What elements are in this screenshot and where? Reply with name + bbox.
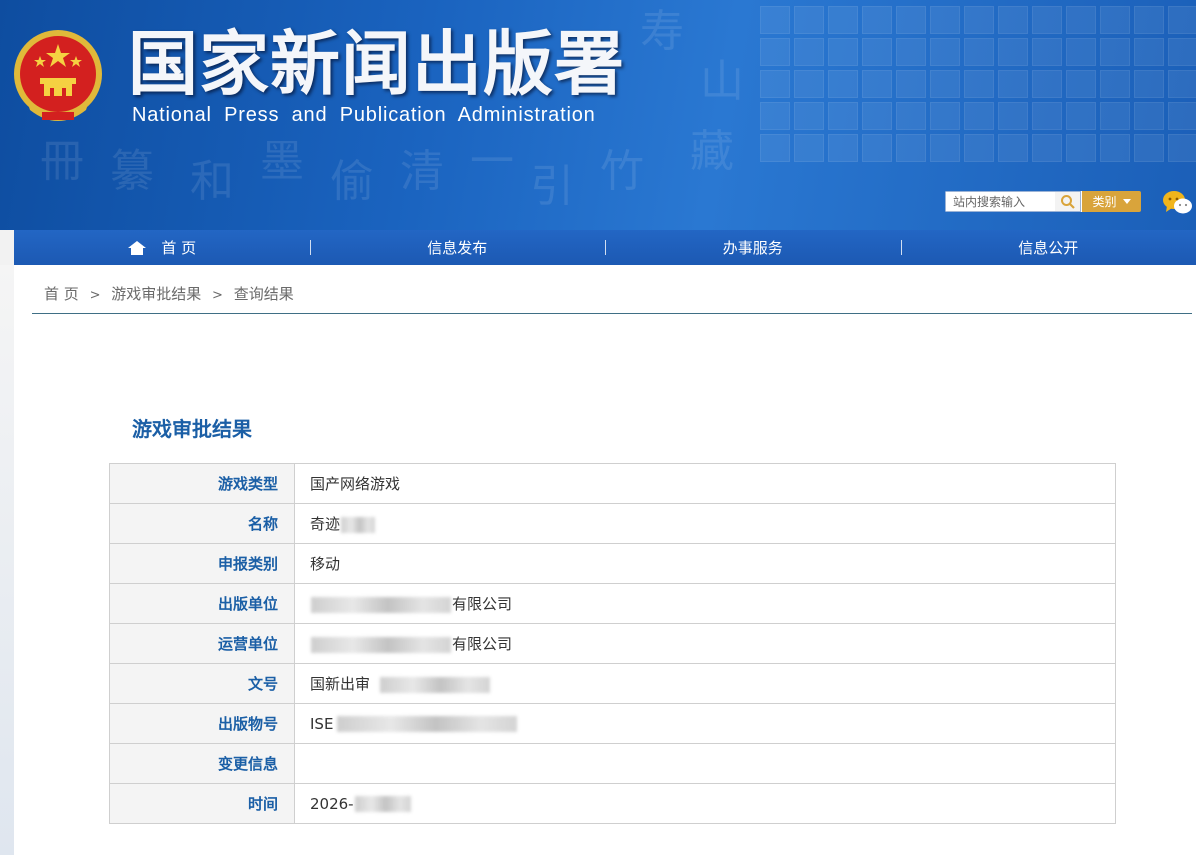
row-label: 出版单位	[109, 583, 295, 624]
breadcrumb-separator: >	[212, 288, 223, 303]
redacted-text	[311, 596, 451, 613]
row-label: 申报类别	[109, 543, 295, 584]
header-banner: 冊 纂 和 墨 偷 清 一 引 竹 寿 山 藏 国家新闻出版署 National…	[0, 0, 1196, 230]
table-row: 出版单位 有限公司	[109, 583, 1116, 624]
row-value-text: ISE	[310, 714, 334, 733]
search-input[interactable]	[945, 191, 1055, 212]
table-row: 文号 国新出审	[109, 663, 1116, 704]
redacted-text	[311, 636, 451, 653]
row-label: 变更信息	[109, 743, 295, 784]
nav-item-disclosure[interactable]: 信息公开	[900, 230, 1196, 265]
row-label: 时间	[109, 783, 295, 824]
row-value-text: 奇迹	[310, 515, 341, 533]
nav-label: 办事服务	[722, 239, 783, 257]
row-value: 国产网络游戏	[294, 463, 1116, 504]
search-icon	[1060, 194, 1075, 209]
row-value: 2026-	[294, 783, 1116, 824]
row-value: 移动	[294, 543, 1116, 584]
decorative-tiles	[760, 6, 1196, 162]
site-search: 类别	[945, 191, 1141, 212]
result-table: 游戏类型 国产网络游戏 名称 奇迹 申报类别 移动 出版单位 有限公司 运营单位…	[109, 463, 1116, 824]
redacted-text	[354, 796, 411, 812]
nav-label: 信息公开	[1018, 239, 1079, 257]
category-label: 类别	[1092, 195, 1117, 209]
breadcrumb-separator: >	[89, 288, 101, 303]
row-value: ISE	[294, 703, 1116, 744]
redacted-text	[380, 676, 491, 693]
nav-item-info-release[interactable]: 信息发布	[309, 230, 606, 265]
search-button[interactable]	[1055, 191, 1081, 212]
table-row: 申报类别 移动	[109, 543, 1116, 584]
row-value-text: 2026-	[310, 794, 354, 813]
nav-label: 信息发布	[427, 239, 488, 257]
table-row: 运营单位 有限公司	[109, 623, 1116, 664]
redacted-text	[341, 516, 376, 533]
left-edge-strip	[0, 265, 14, 855]
row-value-text: 移动	[310, 555, 341, 573]
row-value-text: 国新出审	[310, 675, 371, 693]
page: 冊 纂 和 墨 偷 清 一 引 竹 寿 山 藏 国家新闻出版署 National…	[0, 0, 1196, 855]
nav-item-services[interactable]: 办事服务	[605, 230, 901, 265]
row-value-text: 国产网络游戏	[310, 475, 401, 493]
row-label: 文号	[109, 663, 295, 704]
table-row: 游戏类型 国产网络游戏	[109, 463, 1116, 504]
redacted-text	[337, 716, 518, 732]
main-nav: 首 页 信息发布 办事服务 信息公开	[14, 230, 1196, 265]
row-value: 国新出审	[294, 663, 1116, 704]
breadcrumb-divider	[32, 313, 1192, 314]
nav-item-home[interactable]: 首 页	[14, 230, 310, 265]
row-value-text: 有限公司	[452, 595, 513, 613]
content-area: 首 页 > 游戏审批结果 > 查询结果 游戏审批结果 游戏类型 国产网络游戏 名…	[14, 265, 1196, 855]
nav-label: 首 页	[161, 239, 197, 257]
row-label: 游戏类型	[109, 463, 295, 504]
category-dropdown[interactable]: 类别	[1081, 191, 1141, 212]
table-row: 变更信息	[109, 743, 1116, 784]
row-value: 奇迹	[294, 503, 1116, 544]
home-icon	[128, 240, 147, 255]
national-emblem-icon	[14, 30, 102, 121]
row-value: 有限公司	[294, 623, 1116, 664]
result-title: 游戏审批结果	[132, 417, 252, 441]
chevron-down-icon	[1122, 199, 1131, 204]
row-label: 名称	[109, 503, 295, 544]
row-label: 出版物号	[109, 703, 295, 744]
breadcrumb-home[interactable]: 首 页	[44, 285, 79, 303]
site-title-english: National Press and Publication Administr…	[132, 104, 596, 126]
row-label: 运营单位	[109, 623, 295, 664]
breadcrumb-game-approval[interactable]: 游戏审批结果	[111, 285, 201, 303]
row-value	[294, 743, 1116, 784]
wechat-icon[interactable]	[1162, 189, 1194, 217]
table-row: 时间 2026-	[109, 783, 1116, 824]
site-title: 国家新闻出版署	[128, 23, 625, 105]
breadcrumb: 首 页 > 游戏审批结果 > 查询结果	[44, 283, 294, 304]
breadcrumb-current: 查询结果	[233, 285, 294, 303]
row-value-text: 有限公司	[452, 635, 513, 653]
row-value: 有限公司	[294, 583, 1116, 624]
table-row: 名称 奇迹	[109, 503, 1116, 544]
table-row: 出版物号 ISE	[109, 703, 1116, 744]
